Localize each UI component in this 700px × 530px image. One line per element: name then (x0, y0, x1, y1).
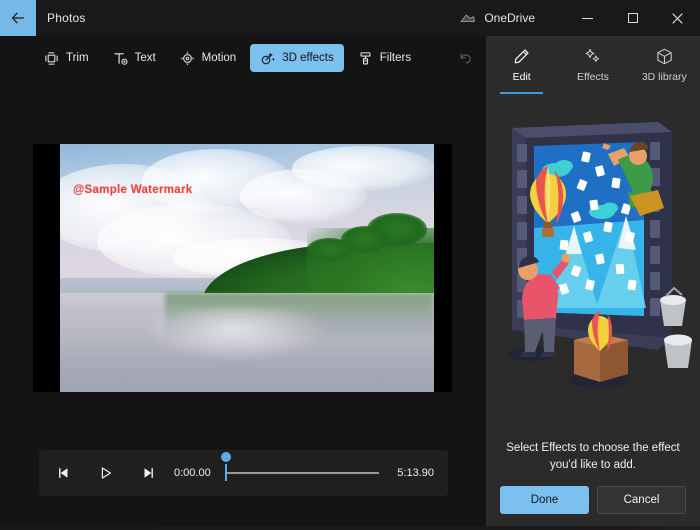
minimize-icon (582, 17, 593, 19)
palm-tree-shape (306, 238, 352, 261)
text-icon (113, 52, 128, 65)
effects-illustration-svg (508, 122, 692, 388)
done-button[interactable]: Done (500, 486, 589, 514)
panel-tab-strip: Edit Effects 3D library (486, 36, 700, 94)
maximize-button[interactable] (610, 0, 655, 36)
effects-illustration (486, 108, 700, 398)
toolbar-item-filters-label: Filters (379, 52, 412, 64)
close-icon (672, 12, 683, 24)
video-watermark: @Sample Watermark (73, 184, 193, 196)
title-bar: Photos OneDrive (0, 0, 700, 36)
3d-effects-icon (261, 52, 275, 64)
tab-3d-library[interactable]: 3D library (629, 36, 700, 94)
onedrive-cloud-icon (460, 14, 476, 23)
onedrive-label: OneDrive (484, 11, 535, 25)
minimize-button[interactable] (565, 0, 610, 36)
toolbar-item-motion-label: Motion (201, 52, 237, 64)
filters-icon (360, 51, 371, 64)
video-stage[interactable]: @Sample Watermark (33, 144, 452, 392)
edit-toolbar: Trim Text Motion 3D effects Filters (0, 36, 533, 80)
back-button[interactable] (0, 0, 36, 36)
panel-hint-message: Select Effects to choose the effect you'… (506, 442, 680, 471)
playhead-line (218, 450, 233, 481)
total-time-label: 5:13.90 (397, 467, 434, 479)
player-controls-bar: 0:00.00 5:13.90 (39, 450, 448, 496)
tab-effects-label: Effects (577, 71, 609, 83)
cloud-reflection (142, 307, 330, 363)
cube-icon (657, 48, 672, 65)
desktop-bottom-strip (0, 526, 700, 530)
toolbar-item-text-label: Text (134, 52, 156, 64)
effects-side-panel: Edit Effects 3D library Select Effects t… (486, 36, 700, 530)
previous-frame-button[interactable] (47, 456, 81, 490)
editor-area: Trim Text Motion 3D effects Filters @Sam… (0, 36, 533, 530)
toolbar-item-filters[interactable]: Filters (348, 44, 421, 72)
tab-3d-library-label: 3D library (641, 71, 687, 83)
close-button[interactable] (655, 0, 700, 36)
timeline-track[interactable] (224, 472, 380, 474)
toolbar-item-3d-effects-label: 3D effects (282, 52, 334, 64)
cloud-shape (291, 146, 434, 192)
timeline-scrubber[interactable] (218, 450, 392, 496)
toolbar-item-trim[interactable]: Trim (34, 44, 99, 72)
next-frame-button[interactable] (131, 456, 165, 490)
onedrive-status[interactable]: OneDrive (459, 11, 535, 25)
toolbar-item-trim-label: Trim (66, 52, 89, 64)
app-title: Photos (47, 11, 86, 25)
tab-edit-label: Edit (512, 71, 531, 83)
back-arrow-icon (12, 12, 24, 24)
toolbar-item-3d-effects[interactable]: 3D effects (250, 44, 344, 72)
toolbar-item-motion[interactable]: Motion (170, 44, 247, 72)
tab-edit[interactable]: Edit (486, 36, 557, 94)
playhead-handle[interactable] (218, 450, 233, 464)
current-time-label: 0:00.00 (174, 467, 211, 479)
trim-icon (45, 51, 58, 65)
previous-frame-icon (59, 468, 68, 478)
photos-video-editor-window: Photos OneDrive Trim Text Motion 3D effe… (0, 0, 700, 530)
play-button[interactable] (89, 456, 123, 490)
next-frame-icon (144, 468, 153, 478)
undo-button[interactable] (447, 44, 491, 72)
pencil-icon (514, 49, 529, 64)
paint-bucket (664, 334, 692, 368)
video-frame: @Sample Watermark (60, 144, 434, 392)
window-controls (565, 0, 700, 36)
sparkles-icon (586, 48, 600, 62)
tab-effects[interactable]: Effects (557, 36, 628, 94)
undo-icon (460, 52, 471, 63)
motion-icon (180, 51, 194, 65)
toolbar-item-text[interactable]: Text (103, 44, 166, 72)
play-icon (101, 467, 111, 479)
cancel-button[interactable]: Cancel (597, 486, 686, 514)
maximize-icon (627, 13, 638, 23)
panel-action-buttons: Done Cancel (500, 486, 686, 514)
